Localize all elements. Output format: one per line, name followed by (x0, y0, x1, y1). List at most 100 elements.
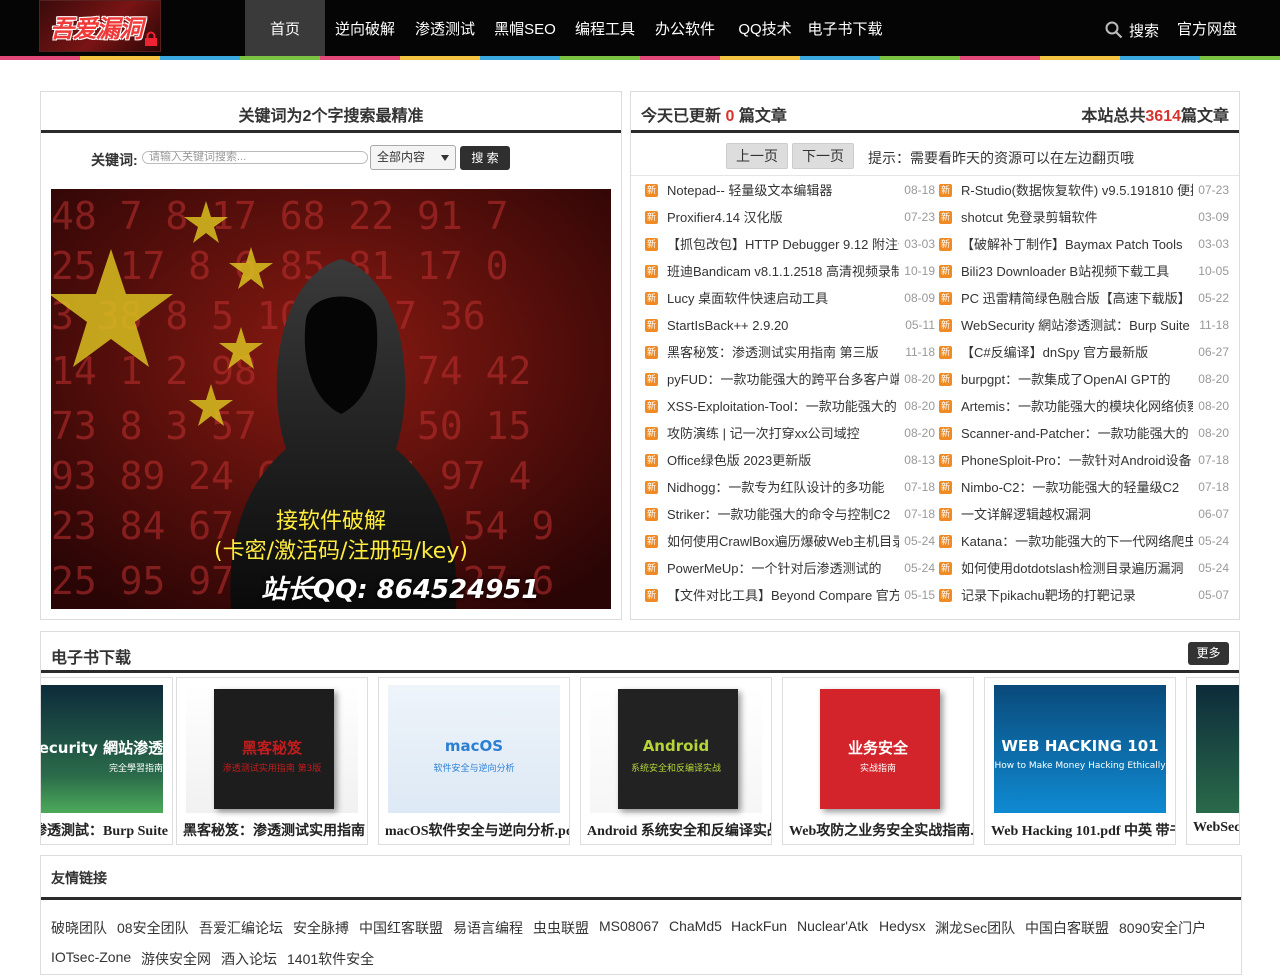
ebook-caption[interactable]: Web Hacking 101.pdf 中英 带书签 (991, 820, 1175, 840)
friend-link[interactable]: 游侠安全网 (141, 949, 211, 969)
search-scope-select[interactable]: 全部内容 (370, 145, 456, 170)
nav-qq-tech[interactable]: QQ技术 (725, 0, 805, 56)
article-title-link[interactable]: PhoneSploit-Pro：一款针对Android设备 (961, 452, 1193, 469)
article-title-link[interactable]: 一文详解逻辑越权漏洞 (961, 506, 1193, 523)
article-title-link[interactable]: Nidhogg：一款专为红队设计的多功能 (667, 479, 899, 496)
nav-pentest[interactable]: 渗透测试 (405, 0, 485, 56)
article-row[interactable]: 新 Lucy 桌面软件快速启动工具 08-09 (645, 290, 935, 317)
friend-link[interactable]: ChaMd5 (669, 918, 722, 934)
article-row[interactable]: 新 PC 迅雷精简绿色融合版【高速下载版】 05-22 (939, 290, 1229, 317)
article-row[interactable]: 新【破解补丁制作】Baymax Patch Tools 03-03 (939, 236, 1229, 263)
friend-link[interactable]: IOTsec-Zone (51, 949, 131, 965)
nav-ebook-download[interactable]: 电子书下载 (805, 0, 885, 56)
article-row[interactable]: 新 StartIsBack++ 2.9.20 05-11 (645, 317, 935, 344)
article-title-link[interactable]: 如何使用CrawlBox遍历爆破Web主机目录 (667, 533, 899, 550)
article-title-link[interactable]: PowerMeUp：一个针对后渗透测试的 (667, 560, 899, 577)
ebook-caption[interactable]: WebSecurity (1193, 820, 1239, 836)
ebook-caption[interactable]: Web攻防之业务安全实战指南.pdf (789, 820, 973, 840)
article-title-link[interactable]: R-Studio(数据恢复软件) v9.5.191810 便携版 (961, 182, 1193, 199)
article-row[interactable]: 新 Artemis：一款功能强大的模块化网络侦察 08-20 (939, 398, 1229, 425)
prev-page-button[interactable]: 上一页 (726, 143, 788, 169)
article-title-link[interactable]: 攻防演练 | 记一次打穿xx公司域控 (667, 425, 899, 442)
article-row[interactable]: 新【C#反编译】dnSpy 官方最新版 06-27 (939, 344, 1229, 371)
header-search-button[interactable]: 搜索 (1105, 18, 1159, 42)
ebook-card[interactable]: 黑客秘笈 渗透测试实用指南 第3版 黑客秘笈：渗透测试实用指南 (176, 677, 368, 845)
article-row[interactable]: 新如何使用dotdotslash检测目录遍历漏洞 05-24 (939, 560, 1229, 587)
article-title-link[interactable]: 如何使用dotdotslash检测目录遍历漏洞 (961, 560, 1193, 577)
article-title-link[interactable]: 【抓包改包】HTTP Debugger 9.12 附注册机 (667, 236, 899, 253)
article-title-link[interactable]: Notepad-- 轻量级文本编辑器 (667, 182, 899, 199)
article-title-link[interactable]: Artemis：一款功能强大的模块化网络侦察 (961, 398, 1193, 415)
article-title-link[interactable]: Katana：一款功能强大的下一代网络爬虫 (961, 533, 1193, 550)
search-submit-button[interactable]: 搜 索 (460, 146, 510, 170)
article-title-link[interactable]: Scanner-and-Patcher：一款功能强大的 (961, 425, 1193, 442)
article-row[interactable]: 新 Nidhogg：一款专为红队设计的多功能 07-18 (645, 479, 935, 506)
nav-programming-tools[interactable]: 编程工具 (565, 0, 645, 56)
article-row[interactable]: 新班迪Bandicam v8.1.1.2518 高清视频录制 10-19 (645, 263, 935, 290)
nav-reverse-cracking[interactable]: 逆向破解 (325, 0, 405, 56)
friend-link[interactable]: 虫虫联盟 (533, 918, 589, 938)
article-row[interactable]: 新 Scanner-and-Patcher：一款功能强大的 08-20 (939, 425, 1229, 452)
ebook-caption[interactable]: WebSecurity 網站渗透測試：Burp Suite (41, 820, 168, 840)
article-title-link[interactable]: 黑客秘笈：渗透测试实用指南 第三版 (667, 344, 899, 361)
friend-link[interactable]: 破晓团队 (51, 918, 107, 938)
article-row[interactable]: 新 XSS-Exploitation-Tool：一款功能强大的 08-20 (645, 398, 935, 425)
article-row[interactable]: 新 PowerMeUp：一个针对后渗透测试的 05-24 (645, 560, 935, 587)
ebook-caption[interactable]: 黑客秘笈：渗透测试实用指南 (183, 820, 367, 840)
article-row[interactable]: 新 PhoneSploit-Pro：一款针对Android设备 07-18 (939, 452, 1229, 479)
ebook-card[interactable]: Android 系统安全和反编译实战 Android 系统安全和反编译实战 (580, 677, 772, 845)
ebook-card[interactable]: 业务安全 实战指南 Web攻防之业务安全实战指南.pdf (782, 677, 974, 845)
article-row[interactable]: 新 R-Studio(数据恢复软件) v9.5.191810 便携版 07-23 (939, 182, 1229, 209)
next-page-button[interactable]: 下一页 (792, 143, 854, 169)
article-row[interactable]: 新记录下pikachu靶场的打靶记录 05-07 (939, 587, 1229, 614)
ebook-card[interactable]: WEB HACKING 101 How to Make Money Hacking… (984, 677, 1176, 845)
article-row[interactable]: 新 Nimbo-C2：一款功能强大的轻量级C2 07-18 (939, 479, 1229, 506)
article-title-link[interactable]: shotcut 免登录剪辑软件 (961, 209, 1193, 226)
friend-link[interactable]: 08安全团队 (117, 918, 189, 938)
article-title-link[interactable]: Striker：一款功能强大的命令与控制C2 (667, 506, 899, 523)
article-title-link[interactable]: pyFUD：一款功能强大的跨平台多客户端 (667, 371, 899, 388)
friend-link[interactable]: 酒入论坛 (221, 949, 277, 969)
friend-link[interactable]: 吾爱汇编论坛 (199, 918, 283, 938)
article-row[interactable]: 新黑客秘笈：渗透测试实用指南 第三版 11-18 (645, 344, 935, 371)
friend-link[interactable]: 中国红客联盟 (359, 918, 443, 938)
article-row[interactable]: 新 Striker：一款功能强大的命令与控制C2 07-18 (645, 506, 935, 533)
promo-banner[interactable]: 48 7 8 17 68 22 91 7 25 17 8 6 85 81 17 … (51, 189, 611, 609)
article-row[interactable]: 新【文件对比工具】Beyond Compare 官方 05-15 (645, 587, 935, 614)
article-title-link[interactable]: 班迪Bandicam v8.1.1.2518 高清视频录制 (667, 263, 899, 280)
site-logo[interactable]: 吾爱漏洞 (39, 0, 161, 52)
ebook-card[interactable]: macOS 软件安全与逆向分析 macOS软件安全与逆向分析.pdf (378, 677, 570, 845)
friend-link[interactable]: 易语言编程 (453, 918, 523, 938)
article-title-link[interactable]: Nimbo-C2：一款功能强大的轻量级C2 (961, 479, 1193, 496)
ebook-caption[interactable]: macOS软件安全与逆向分析.pdf (385, 820, 569, 840)
article-title-link[interactable]: 【文件对比工具】Beyond Compare 官方 (667, 587, 899, 604)
article-row[interactable]: 新 pyFUD：一款功能强大的跨平台多客户端 08-20 (645, 371, 935, 398)
article-title-link[interactable]: Bili23 Downloader B站视频下载工具 (961, 263, 1193, 280)
article-title-link[interactable]: 【C#反编译】dnSpy 官方最新版 (961, 344, 1193, 361)
article-title-link[interactable]: Lucy 桌面软件快速启动工具 (667, 290, 899, 307)
article-title-link[interactable]: XSS-Exploitation-Tool：一款功能强大的 (667, 398, 899, 415)
article-row[interactable]: 新攻防演练 | 记一次打穿xx公司域控 08-20 (645, 425, 935, 452)
article-row[interactable]: 新 WebSecurity 網站渗透测試：Burp Suite 11-18 (939, 317, 1229, 344)
article-row[interactable]: 新 Proxifier4.14 汉化版 07-23 (645, 209, 935, 236)
nav-office-software[interactable]: 办公软件 (645, 0, 725, 56)
article-title-link[interactable]: StartIsBack++ 2.9.20 (667, 317, 899, 334)
article-row[interactable]: 新 burpgpt：一款集成了OpenAI GPT的 08-20 (939, 371, 1229, 398)
article-row[interactable]: 新 Notepad-- 轻量级文本编辑器 08-18 (645, 182, 935, 209)
friend-link[interactable]: HackFun (731, 918, 787, 934)
article-row[interactable]: 新一文详解逻辑越权漏洞 06-07 (939, 506, 1229, 533)
friend-link[interactable]: Nuclear'Atk (797, 918, 868, 934)
nav-blackhat-seo[interactable]: 黑帽SEO (485, 0, 565, 56)
ebook-card[interactable]: WebSec Burp Suite WebSecurity (1186, 677, 1239, 845)
article-row[interactable]: 新【抓包改包】HTTP Debugger 9.12 附注册机 03-03 (645, 236, 935, 263)
friend-link[interactable]: Hedysx (879, 918, 926, 934)
article-title-link[interactable]: PC 迅雷精简绿色融合版【高速下载版】 (961, 290, 1193, 307)
article-title-link[interactable]: WebSecurity 網站渗透测試：Burp Suite (961, 317, 1193, 334)
friend-link[interactable]: 8090安全门户 (1119, 918, 1206, 938)
article-row[interactable]: 新 Katana：一款功能强大的下一代网络爬虫 05-24 (939, 533, 1229, 560)
article-title-link[interactable]: 【破解补丁制作】Baymax Patch Tools (961, 236, 1193, 253)
article-title-link[interactable]: 记录下pikachu靶场的打靶记录 (961, 587, 1193, 604)
nav-home[interactable]: 首页 (245, 0, 325, 56)
article-title-link[interactable]: burpgpt：一款集成了OpenAI GPT的 (961, 371, 1193, 388)
article-row[interactable]: 新如何使用CrawlBox遍历爆破Web主机目录 05-24 (645, 533, 935, 560)
